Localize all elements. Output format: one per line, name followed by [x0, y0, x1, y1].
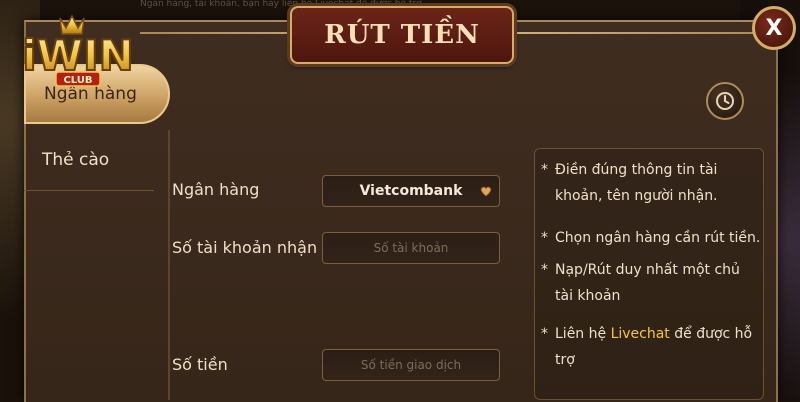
note-item-contact: * Liên hệ Livechat để được hỗ trợ [541, 321, 767, 373]
livechat-link[interactable]: Livechat [611, 326, 670, 342]
account-number-placeholder: Số tài khoản [373, 241, 449, 255]
history-button[interactable] [706, 82, 744, 120]
sidebar: Ngân hàng Thẻ cào [24, 64, 170, 400]
close-button[interactable]: X [752, 6, 796, 50]
tab-card-label: Thẻ cào [42, 150, 110, 170]
iwin-logo: iWIN CLUB [8, 10, 148, 92]
dialog-title-plate: RÚT TIỀN [290, 6, 514, 64]
amount-placeholder: Số tiền giao dịch [360, 358, 462, 372]
note-bullet: * [541, 262, 548, 278]
note-bullet: * [541, 230, 548, 246]
history-icon [716, 92, 734, 110]
note-bullet: * [541, 326, 548, 342]
note-item: * Điền đúng thông tin tài khoản, tên ngườ… [541, 157, 767, 209]
account-number-input[interactable]: Số tài khoản [322, 232, 500, 264]
note-contact: Liên hệ Livechat để được hỗ trợ [555, 321, 761, 373]
amount-label: Số tiền [172, 355, 228, 374]
sidebar-divider-line [24, 190, 154, 191]
note-text: Chọn ngân hàng cần rút tiền. [555, 230, 761, 246]
sidebar-vertical-divider [168, 130, 170, 400]
bank-select-value: Vietcombank [359, 183, 463, 199]
note-text: Điền đúng thông tin tài khoản, tên người… [555, 162, 718, 204]
logo-badge: CLUB [63, 75, 92, 86]
tab-card[interactable]: Thẻ cào [24, 130, 170, 190]
dropdown-heart-icon [480, 186, 492, 197]
bank-label: Ngân hàng [172, 180, 260, 199]
account-number-label: Số tài khoản nhận [172, 238, 318, 257]
amount-input[interactable]: Số tiền giao dịch [322, 349, 500, 381]
page-title: RÚT TIỀN [324, 20, 480, 50]
bank-select[interactable]: Vietcombank [322, 175, 500, 207]
close-icon: X [765, 15, 783, 41]
instructions-panel: * Điền đúng thông tin tài khoản, tên ngườ… [534, 148, 764, 400]
contact-prefix: Liên hệ [555, 326, 611, 342]
note-item: * Chọn ngân hàng cần rút tiền. [541, 225, 767, 251]
note-item: * Nạp/Rút duy nhất một chủ tài khoản [541, 257, 767, 309]
note-bullet: * [541, 162, 548, 178]
note-text: Nạp/Rút duy nhất một chủ tài khoản [555, 262, 740, 304]
